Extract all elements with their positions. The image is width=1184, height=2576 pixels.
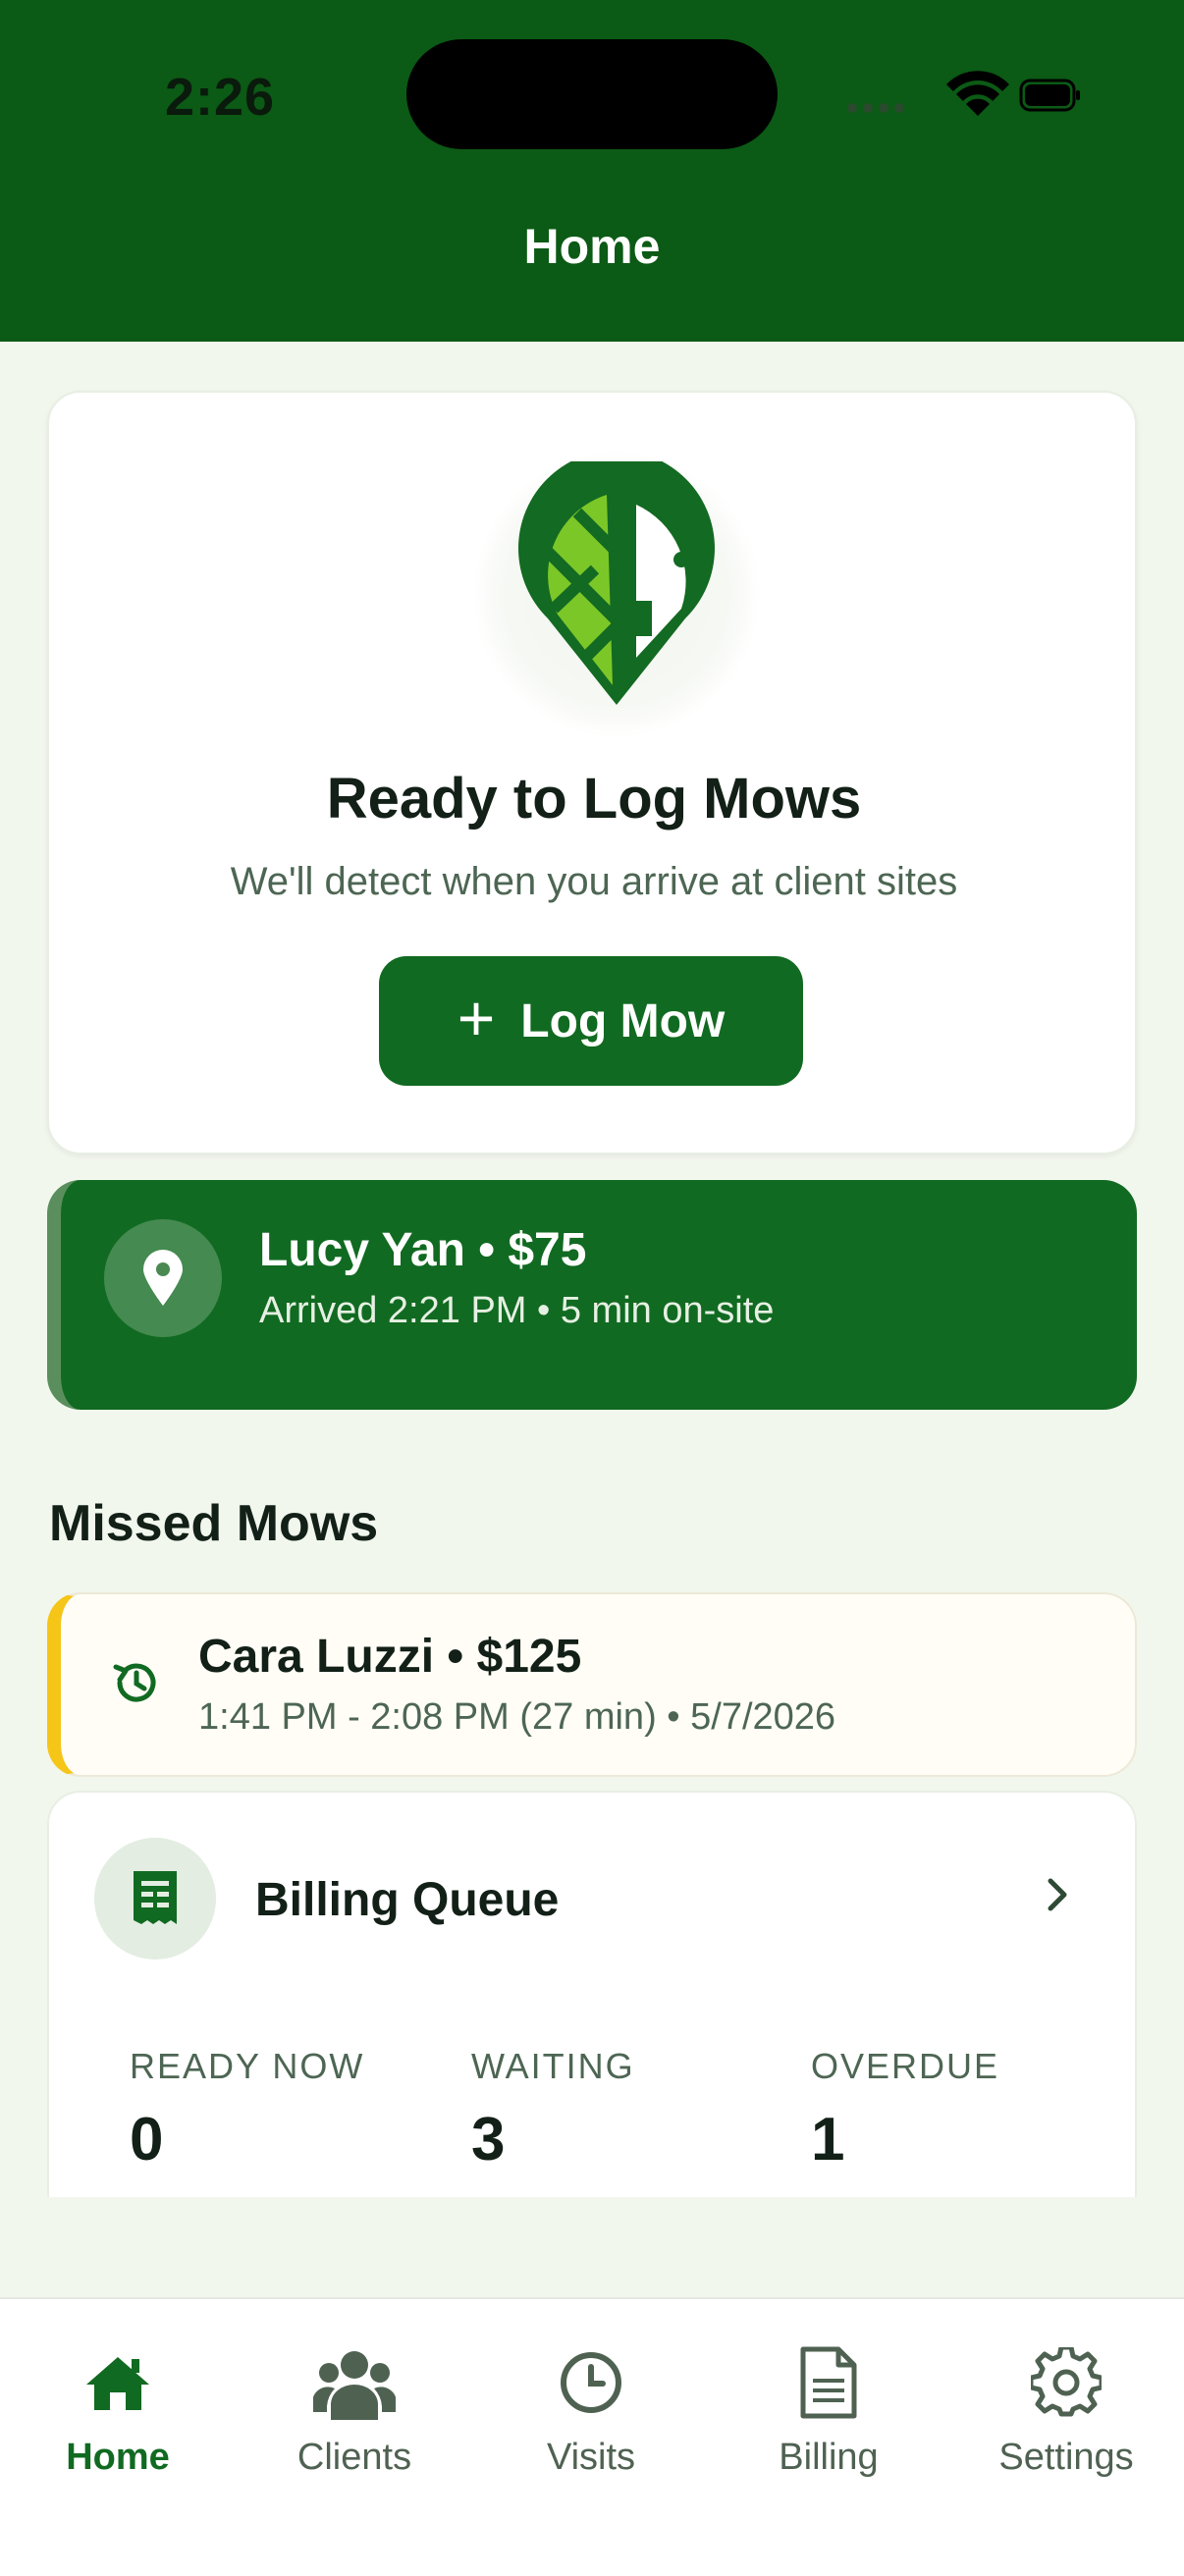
page-title: Home <box>523 219 661 274</box>
active-visit-card[interactable]: Lucy Yan • $75 Arrived 2:21 PM • 5 min o… <box>47 1180 1137 1410</box>
stat-label: WAITING <box>471 2046 635 2086</box>
status-time: 2:26 <box>165 68 276 127</box>
hero-subtitle: We'll detect when you arrive at client s… <box>230 860 958 903</box>
log-mows-card: Ready to Log Mows We'll detect when you … <box>47 391 1137 1154</box>
tab-label: Visits <box>546 2437 636 2478</box>
receipt-icon <box>134 1871 177 1924</box>
missed-mow-subtitle: 1:41 PM - 2:08 PM (27 min) • 5/7/2026 <box>198 1696 836 1738</box>
stat-waiting: WAITING 3 <box>471 2046 635 2174</box>
missed-mows-heading: Missed Mows <box>49 1495 379 1552</box>
tab-billing[interactable]: Billing <box>711 2340 946 2479</box>
stat-label: READY NOW <box>130 2046 365 2086</box>
leaf-pin-logo-icon <box>518 461 715 705</box>
plus-icon: + <box>457 982 496 1054</box>
stat-label: OVERDUE <box>811 2046 1000 2086</box>
location-pin-badge <box>104 1219 222 1337</box>
wifi-icon <box>946 71 1009 116</box>
tab-settings[interactable]: Settings <box>948 2340 1184 2479</box>
stat-overdue: OVERDUE 1 <box>811 2046 999 2174</box>
tab-bar: Home Clients Visits Billing Settings <box>0 2297 1184 2576</box>
tab-label: Settings <box>998 2437 1134 2478</box>
dynamic-island <box>406 39 778 149</box>
signal-icon <box>847 103 904 113</box>
clock-icon <box>561 2352 621 2413</box>
battery-icon <box>1019 79 1080 112</box>
billing-queue-title: Billing Queue <box>255 1874 560 1926</box>
log-mow-button[interactable]: + Log Mow <box>379 956 803 1086</box>
active-visit-subtitle: Arrived 2:21 PM • 5 min on-site <box>259 1290 775 1331</box>
location-pin-icon <box>143 1250 183 1306</box>
gear-icon <box>1031 2347 1102 2417</box>
home-icon <box>86 2357 149 2410</box>
users-icon <box>313 2351 396 2420</box>
missed-mow-title: Cara Luzzi • $125 <box>198 1631 582 1683</box>
scroll-clip-area <box>0 2197 1184 2297</box>
stat-value: 3 <box>471 2106 506 2174</box>
tab-home[interactable]: Home <box>0 2340 236 2479</box>
chevron-right-icon[interactable] <box>1043 1875 1072 1914</box>
history-icon <box>113 1663 156 1702</box>
document-icon <box>800 2346 857 2419</box>
receipt-badge <box>94 1838 216 1959</box>
active-visit-title: Lucy Yan • $75 <box>259 1224 587 1276</box>
stat-ready-now: READY NOW 0 <box>130 2046 364 2174</box>
hero-title: Ready to Log Mows <box>326 767 862 831</box>
tab-clients[interactable]: Clients <box>237 2340 472 2479</box>
missed-mow-item[interactable]: Cara Luzzi • $125 1:41 PM - 2:08 PM (27 … <box>47 1592 1137 1777</box>
log-mow-label: Log Mow <box>520 994 726 1047</box>
tab-label: Clients <box>296 2437 412 2478</box>
tab-label: Billing <box>779 2437 879 2478</box>
status-icons <box>847 71 1080 116</box>
app-header: 2:26 Home <box>0 0 1184 342</box>
tab-visits[interactable]: Visits <box>473 2340 709 2479</box>
stat-value: 1 <box>811 2106 845 2174</box>
tab-label: Home <box>66 2437 170 2478</box>
stat-value: 0 <box>130 2106 164 2174</box>
